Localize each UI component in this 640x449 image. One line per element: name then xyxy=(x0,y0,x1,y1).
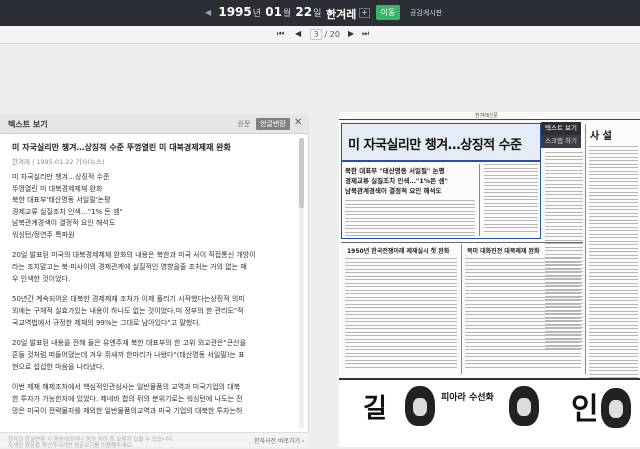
article-columns xyxy=(484,164,538,234)
newspaper-masthead-strip: 한겨레신문 xyxy=(339,112,640,120)
column-divider xyxy=(479,164,480,236)
hangul-convert-tab[interactable]: 한글변환 xyxy=(256,118,290,130)
column-divider xyxy=(585,124,586,374)
first-page-icon[interactable]: ⏮ xyxy=(277,29,284,39)
month-value[interactable]: 01 xyxy=(265,5,282,19)
newspaper-page-image[interactable]: 한겨레신문 미 자국실리만 챙겨…상징적 수준 텍스트 보기 스크랩 하기 사 … xyxy=(339,112,640,447)
page-indicator: 3 / 20 xyxy=(310,29,340,40)
next-page-icon[interactable]: ▶ xyxy=(348,29,354,38)
close-icon[interactable]: ✕ xyxy=(294,117,302,128)
editorial-title: 사 설 xyxy=(590,131,612,142)
paragraph-line: 라는 조치말고는 북·미사이의 경제관계에 실질적인 영향을줄 조처는 거의 없… xyxy=(12,263,247,271)
mid-article-title-left: 1950년 한국전쟁이래 제재실시 첫 완화 xyxy=(347,248,450,255)
original-text-tab[interactable]: 원문 xyxy=(232,118,256,130)
scrap-button[interactable]: 스크랩 하기 xyxy=(541,135,581,148)
headline-line: 경제교류 실질조치 인색…"1% 돈 셈" xyxy=(12,207,123,216)
total-pages: / 20 xyxy=(324,30,340,39)
subhead-line: 경제교류 실질조치 인색…"1%돈 셈" xyxy=(345,177,448,185)
article-paragraph: 20일 발표된 내용을 전해 들은 유엔주재 북한 대표부의 한 고위 외교관은… xyxy=(12,337,292,373)
mid-article-title-right: 북미 대화진전 대북제재 완화 xyxy=(467,248,540,255)
year-value[interactable]: 1995 xyxy=(218,5,251,19)
article-headline-lines: 미 자국실리만 챙겨…상징적 수준 뚜껑열린 미 대북경제제재 완화 북한 대표… xyxy=(12,172,292,242)
paragraph-line: 흔들 것처럼 떠들어댔는데 겨우 쥐새끼 한마리가 나왔다"(태산명동 서일필)… xyxy=(12,351,245,359)
text-panel-footer: 한자의 한글변환 시 동음이의어나 음의 차이 등 오류가 있을 수 있습니다.… xyxy=(0,432,309,449)
newspaper-name[interactable]: 한겨레 xyxy=(326,6,356,22)
newspaper-subheads: 북한 대표부 "태산명동 서일필" 논평 경제교류 실질조치 인색…"1%돈 셈… xyxy=(345,166,475,196)
date-selector[interactable]: ◀ 1995년 01월 22일 ▶ xyxy=(202,5,338,19)
prev-page-icon[interactable]: ◀ xyxy=(295,29,301,38)
article-columns xyxy=(345,200,475,239)
column-divider xyxy=(461,244,462,374)
article-columns xyxy=(465,258,581,370)
paragraph-line: 이번 제재 해제조처에서 핵심적인관심사는 일반물품의 교역과 미국기업의 대북 xyxy=(12,383,241,391)
paragraph-line: 우 인색한 것이었다. xyxy=(12,275,71,283)
article-columns xyxy=(345,258,457,370)
article-paragraph: 이번 제재 해제조처에서 핵심적인관심사는 일반물품의 교역과 미국기업의 대북… xyxy=(12,381,292,417)
article-paragraph: 50년간 계속되어온 대북한 경제제재 조처가 이제 풀리기 시작했다는상징적 … xyxy=(12,293,292,329)
text-scrollbar[interactable] xyxy=(299,138,304,428)
ad-portrait-image xyxy=(509,386,539,426)
headline-line: 남북관계경색이 결정적 요인 해석도 xyxy=(12,219,116,228)
ad-portrait-image xyxy=(405,386,435,426)
editorial-columns xyxy=(589,146,638,384)
paragraph-line: 현으로 섭섭한 마음을 나타냈다. xyxy=(12,363,105,371)
last-page-icon[interactable]: ⏭ xyxy=(362,29,369,39)
paragraph-line: 20일 발표된 미국의 대북경제제재 완화의 내용은 북한과 미국 사이 직접통… xyxy=(12,251,256,259)
byline: 워싱턴/정연주 특파원 xyxy=(12,230,75,239)
top-bar: ◀ 1995년 01월 22일 ▶ 한겨레 + 이동 공감게시판 xyxy=(0,0,640,26)
footer-notice-2: 자세한 원문을 확인하시려면 원문보기를 이용해주세요. xyxy=(8,443,134,449)
text-view-button[interactable]: 텍스트 보기 xyxy=(541,122,581,135)
expand-button[interactable]: + xyxy=(359,8,370,18)
headline-line: 미 자국실리만 챙겨…상징적 수준 xyxy=(12,173,110,181)
headline-line: 북한 대표부'태산명동 서일필'논평 xyxy=(12,196,111,205)
section-rule xyxy=(341,242,583,243)
selected-article-highlight[interactable]: 미 자국실리만 챙겨…상징적 수준 xyxy=(341,123,541,161)
subhead-line: 남북관계경색이 결정적 요인 해석도 xyxy=(345,187,442,195)
prev-date-button[interactable]: ◀ xyxy=(205,8,211,17)
go-button[interactable]: 이동 xyxy=(376,5,400,20)
article-body: 20일 발표된 미국의 대북경제제재 완화의 내용은 북한과 미국 사이 직접통… xyxy=(12,249,292,425)
day-value[interactable]: 22 xyxy=(295,5,312,19)
paragraph-line: 20일 발표된 내용을 전해 들은 유엔주재 북한 대표부의 한 고위 외교관은… xyxy=(12,339,247,347)
month-unit: 월 xyxy=(282,9,292,19)
ad-text: 피아라 수선화 xyxy=(441,393,494,403)
paragraph-line: 한 투자가 가능한지에 있었다. 제네바 합의 뒤의 분위기로는 워싱턴에 나도… xyxy=(12,395,243,403)
newspaper-headline: 미 자국실리만 챙겨…상징적 수준 xyxy=(348,138,522,153)
ad-large-character: 길 xyxy=(363,394,387,424)
subhead-line: 북한 대표부 "태산명동 서일필" 논평 xyxy=(345,167,445,175)
year-unit: 년 xyxy=(252,9,262,19)
text-view-panel: 텍스트 보기 원문 한글변환 ✕ 미 자국실리만 챙겨…상징적 수준 뚜껑열린 … xyxy=(0,114,309,449)
paragraph-line: 50년간 계속되어온 대북한 경제제재 조처가 이제 풀리기 시작했다는상징적 … xyxy=(12,295,245,303)
headline-line: 뚜껑열린 미 대북경제제재 완화 xyxy=(12,184,103,193)
article-title: 미 자국실리만 챙겨…상징적 수준 뚜껑열린 미 대북경제제재 완화 xyxy=(12,143,231,152)
paragraph-line: 망은 미국이 전략물자를 제외한 일반물품의교역과 미국 기업의 대북한 투자는… xyxy=(12,407,243,415)
day-unit: 일 xyxy=(313,9,322,19)
article-paragraph: 20일 발표된 미국의 대북경제제재 완화의 내용은 북한과 미국 사이 직접통… xyxy=(12,249,292,285)
text-panel-header: 텍스트 보기 원문 한글변환 ✕ xyxy=(0,114,309,134)
ad-large-character: 인 xyxy=(571,392,599,427)
paragraph-line: 외에는 구체적 실효가있는 내용이 하나도 없는 것이었다.미 정부의 한 관리… xyxy=(12,307,244,315)
advertisement: 길 피아라 수선화 인 xyxy=(339,378,640,447)
ad-portrait-image xyxy=(601,388,631,428)
article-meta: 한겨레 | 1995.01.22 기사(뉴스) xyxy=(12,158,105,166)
notice-board-link[interactable]: 공감게시판 xyxy=(410,8,442,18)
masthead-text: 한겨레신문 xyxy=(475,113,499,119)
paragraph-line: 국교역법에서 규정한 제재의 99%는 그대로 남아있다"고 말했다. xyxy=(12,319,201,327)
scrollbar-thumb[interactable] xyxy=(299,138,304,208)
page-nav-bar: ⏮ ◀ 3 / 20 ▶ ⏭ xyxy=(0,26,640,44)
text-panel-title: 텍스트 보기 xyxy=(8,120,48,129)
current-page-input[interactable]: 3 xyxy=(310,29,322,40)
hanja-dictionary-link[interactable]: 한자사전 바로가기 › xyxy=(254,436,304,445)
